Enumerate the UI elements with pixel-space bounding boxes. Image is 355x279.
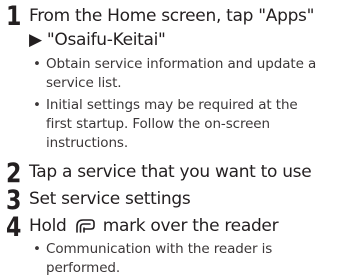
bullet-icon: • (33, 241, 41, 257)
step-number: 4 (6, 212, 22, 243)
step-number: 3 (6, 185, 22, 216)
step-text-line-2: ▶ "Osaifu-Keitai" (29, 30, 166, 50)
step-number: 1 (6, 1, 22, 32)
felica-mark-icon (74, 217, 96, 235)
note-line: instructions. (46, 135, 129, 151)
note-line: Initial settings may be required at the (46, 97, 298, 113)
note-line: Obtain service information and update a (46, 56, 317, 72)
step-text-before-icon: Hold (29, 216, 67, 236)
note-line: performed. (46, 260, 121, 276)
bullet-icon: • (33, 56, 41, 72)
step-text: Set service settings (29, 189, 191, 209)
step-number: 2 (6, 158, 22, 189)
note-line: service list. (46, 75, 122, 91)
step-text-after-icon: mark over the reader (102, 216, 279, 236)
step-text-line-1: From the Home screen, tap "Apps" (29, 6, 315, 26)
step-text: Tap a service that you want to use (29, 162, 312, 182)
bullet-icon: • (33, 97, 41, 113)
note-line: Communication with the reader is (46, 241, 273, 257)
note-line: first startup. Follow the on-screen (46, 116, 270, 132)
step-text: Hold mark over the reader (29, 215, 279, 238)
